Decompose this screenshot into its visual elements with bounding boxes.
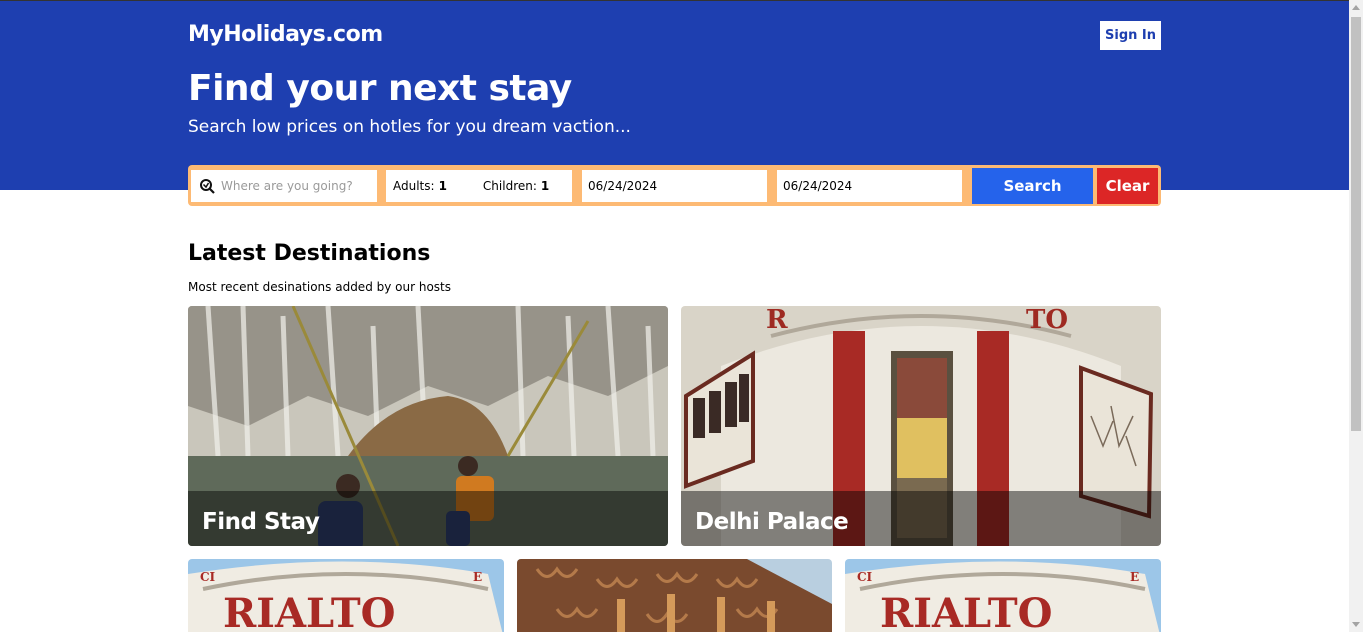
- sign-in-button[interactable]: Sign In: [1100, 21, 1161, 50]
- svg-text:CI: CI: [857, 570, 873, 584]
- section-subtitle: Most recent desinations added by our hos…: [188, 280, 452, 294]
- location-search-icon: [200, 179, 215, 194]
- destination-card[interactable]: CI RIALTO E: [188, 559, 504, 632]
- cinema-sign-image: CI RIALTO E: [845, 559, 1161, 632]
- site-logo[interactable]: MyHolidays.com: [188, 22, 383, 47]
- search-bar: Where are you going? Adults: 1 Children: 1…: [188, 165, 1161, 206]
- destination-card[interactable]: Find Stay: [188, 306, 668, 546]
- section-title: Latest Destinations: [188, 241, 431, 266]
- page-subheadline: Search low prices on hotles for you drea…: [188, 117, 631, 137]
- carved-architecture-image: [517, 559, 832, 632]
- destination-placeholder: Where are you going?: [221, 179, 353, 193]
- destination-card[interactable]: [517, 559, 832, 632]
- adults-label: Adults:: [393, 179, 435, 193]
- search-button[interactable]: Search: [972, 168, 1093, 204]
- scroll-up-icon[interactable]: [1352, 5, 1360, 10]
- destination-card[interactable]: CI RIALTO E: [845, 559, 1161, 632]
- destination-field[interactable]: Where are you going?: [191, 170, 377, 202]
- scrollbar-thumb[interactable]: [1351, 17, 1361, 431]
- children-label: Children:: [482, 179, 537, 193]
- children-value[interactable]: 1: [541, 179, 549, 193]
- svg-text:E: E: [1130, 570, 1139, 584]
- destination-card[interactable]: R TO Delhi Palace: [681, 306, 1161, 546]
- svg-text:RIALTO: RIALTO: [223, 590, 395, 632]
- svg-text:RIALTO: RIALTO: [880, 590, 1052, 632]
- guests-field[interactable]: Adults: 1 Children: 1: [386, 170, 572, 202]
- check-in-date-input[interactable]: 06/24/2024: [582, 170, 767, 202]
- destination-name: Find Stay: [202, 509, 320, 535]
- destination-name: Delhi Palace: [695, 509, 849, 535]
- adults-value[interactable]: 1: [439, 179, 447, 193]
- svg-text:TO: TO: [1026, 306, 1068, 335]
- check-out-date-input[interactable]: 06/24/2024: [777, 170, 962, 202]
- svg-text:E: E: [473, 570, 482, 584]
- vertical-scrollbar[interactable]: [1349, 0, 1363, 632]
- clear-button[interactable]: Clear: [1097, 168, 1158, 204]
- svg-text:CI: CI: [200, 570, 216, 584]
- page-headline: Find your next stay: [188, 68, 572, 109]
- svg-text:R: R: [766, 306, 788, 335]
- scroll-down-icon[interactable]: [1352, 622, 1360, 627]
- cinema-sign-image: CI RIALTO E: [188, 559, 504, 632]
